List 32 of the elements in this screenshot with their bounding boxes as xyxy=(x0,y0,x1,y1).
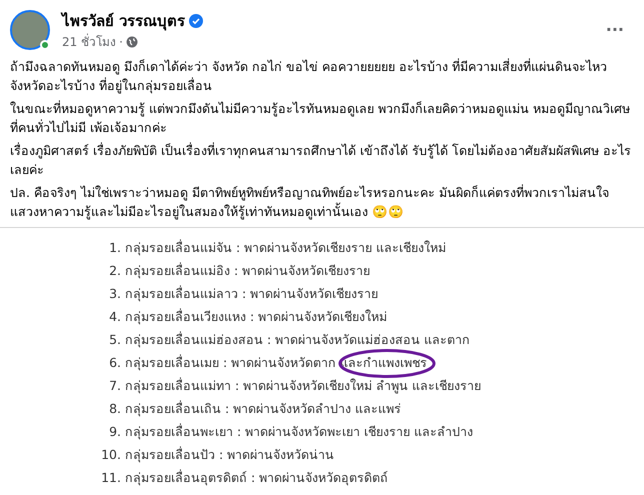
list-text: กลุ่มรอยเลื่อนแม่อิง : พาดผ่านจังหวัดเชียงราย xyxy=(125,262,370,278)
list-text: กลุ่มรอยเลื่อนพะเยา : พาดผ่านจังหวัดพะเยา เชียงราย และลำปาง xyxy=(125,424,474,438)
list-number: 1. xyxy=(108,238,122,256)
author-name[interactable]: ไพรวัลย์ วรรณบุตร xyxy=(62,10,186,32)
list-text: กลุ่มรอยเลื่อนแม่จัน : พาดผ่านจังหวัดเชียงราย และเชียงใหม่ xyxy=(125,240,446,254)
list-number: 10. xyxy=(100,446,122,464)
list-number: 3. xyxy=(108,284,122,302)
post-paragraph: เรื่องภูมิศาสตร์ เรื่องภัยพิบัติ เป็นเรื่องที่เราทุกคนสามารถศึกษาได้ เข้าถึงได้ รับรู้ได้ โดยไม่ต้องอาศัยสัมผัสพิเศษ อะไรเลยค่ะ xyxy=(10,141,632,178)
avatar[interactable] xyxy=(10,10,50,50)
list-number: 2. xyxy=(108,262,122,280)
list-text: กลุ่มรอยเลื่อนเถิน : พาดผ่านจังหวัดลำปาง และแพร่ xyxy=(125,400,402,416)
list-text: กลุ่มรอยเลื่อนเวียงแหง : พาดผ่านจังหวัดเชียงใหม่ xyxy=(125,308,388,324)
list-number: 6. xyxy=(108,354,122,372)
list-number: 11. xyxy=(100,468,122,486)
list-number: 5. xyxy=(108,330,122,348)
post-paragraph: ในขณะที่หมอดูหาความรู้ แต่พวกมึงดันไม่มีความรู้อะไรทันหมอดูเลย พวกมึงก็เลยคิดว่าหมอดูแม่น หมอดูมีญาณวิเศษที่คนทั่วไปไม่มี เพ้อเจ้อมากค่ะ xyxy=(10,99,631,136)
list-text: กลุ่มรอยเลื่อนอุตรดิตถ์ : พาดผ่านจังหวัดอุตรดิตถ์ xyxy=(125,470,388,484)
list-number: 8. xyxy=(108,400,122,418)
list-text: กลุ่มรอยเลื่อนปัว : พาดผ่านจังหวัดน่าน xyxy=(125,446,334,462)
post-paragraph: ปล. คือจริงๆ ไม่ใช่เพราะว่าหมอดู มีตาทิพย์หูทิพย์หรือญาณทิพย์อะไรหรอกนะคะ มันผิดก็แค่ตรงที่พวกเราไม่สนใจแสวงหาความรู้และไม่มีอะไรอยู่ในสมองให้รู้เท่าทันหมอดูเท่านั้นเอง 🙄🙄 xyxy=(10,183,610,220)
globe-icon xyxy=(126,36,138,48)
list-text: กลุ่มรอยเลื่อนแม่ลาว : พาดผ่านจังหวัดเชียงราย xyxy=(125,286,378,300)
list-text: กลุ่มรอยเลื่อนแม่ทา : พาดผ่านจังหวัดเชียงใหม่ ลำพูน และเชียงราย xyxy=(125,378,482,392)
list-text: กลุ่มรอยเลื่อนแม่ฮ่องสอน : พาดผ่านจังหวัดแม่ฮ่องสอน และตาก xyxy=(125,332,470,346)
post-time[interactable]: 21 ชั่วโมง xyxy=(62,32,116,50)
list-number: 7. xyxy=(108,376,122,394)
list-text: กลุ่มรอยเลื่อนเมย : พาดผ่านจังหวัดตาก และกำแพงเพชร xyxy=(125,354,428,370)
separator-dot: · xyxy=(119,34,123,50)
more-options-button[interactable]: ··· xyxy=(606,22,624,38)
post-paragraph: ถ้ามึงฉลาดทันหมอดู มึงก็เดาได้ค่ะว่า จังหวัด กอไก่ ขอไข่ คอควายยยยย อะไรบ้าง ที่มีความเสี่ยงที่แผ่นดินจะไหว จังหวัดอะไรบ้าง ที่อยู่ในกลุ่มรอยเลื่อน xyxy=(10,57,608,94)
list-number: 9. xyxy=(108,422,122,440)
list-number: 4. xyxy=(108,308,122,326)
